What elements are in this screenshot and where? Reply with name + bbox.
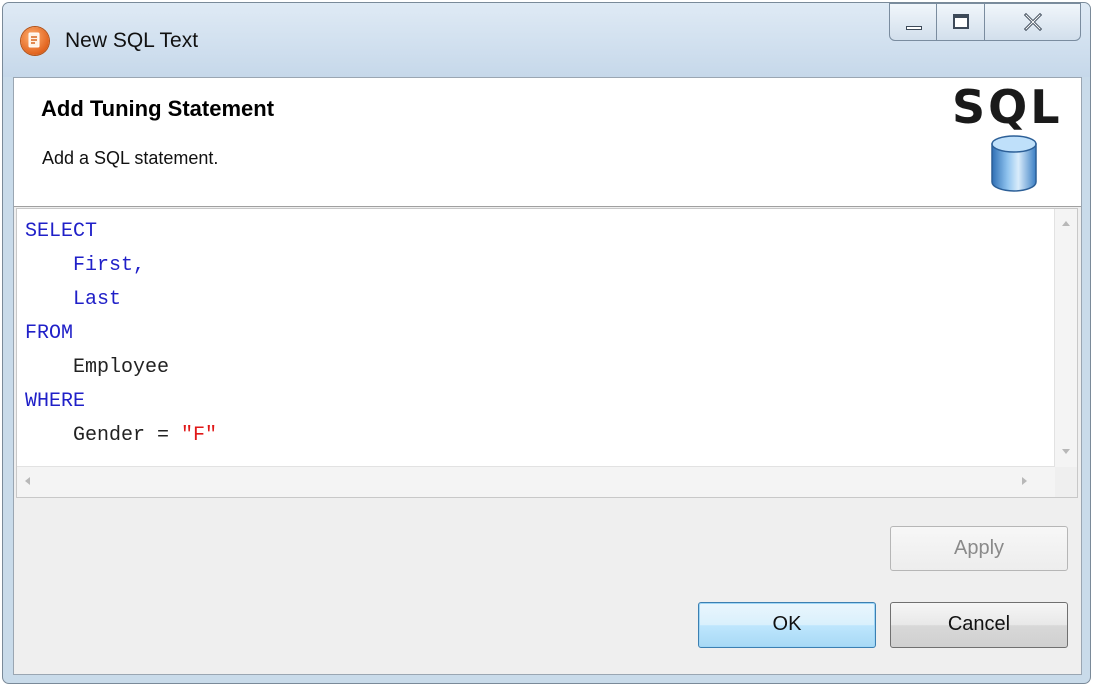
new-sql-text-dialog: New SQL Text Add Tuning Statement Add a …: [2, 2, 1091, 684]
scroll-up-icon[interactable]: [1062, 221, 1070, 226]
close-icon: [1023, 13, 1043, 31]
code-token-keyword: FROM: [25, 322, 74, 345]
scroll-left-icon[interactable]: [25, 477, 30, 485]
code-line: SELECT: [25, 215, 217, 249]
horizontal-scrollbar[interactable]: [17, 466, 1055, 497]
code-token-keyword: First,: [73, 254, 146, 277]
scrollbar-corner: [1055, 467, 1077, 497]
code-token-keyword: SELECT: [25, 220, 98, 243]
sql-code[interactable]: SELECT First, Last FROM Employee WHERE Gen…: [25, 215, 217, 453]
dialog-header: Add Tuning Statement Add a SQL statement…: [14, 78, 1081, 207]
page-description: Add a SQL statement.: [42, 148, 219, 168]
scroll-right-icon[interactable]: [1022, 477, 1027, 485]
sql-logo: SQL: [952, 80, 1063, 134]
database-icon: [991, 135, 1037, 192]
title-bar[interactable]: New SQL Text: [3, 3, 1090, 77]
minimize-button[interactable]: [889, 3, 937, 41]
close-button[interactable]: [985, 3, 1081, 41]
code-token-keyword: Last: [73, 288, 122, 311]
page-title: Add Tuning Statement: [41, 96, 275, 121]
maximize-icon: [953, 14, 969, 29]
minimize-icon: [906, 26, 922, 30]
code-token-plain: Gender =: [73, 424, 182, 447]
ok-button[interactable]: OK: [698, 602, 876, 648]
sql-editor[interactable]: SELECT First, Last FROM Employee WHERE Gen…: [16, 208, 1078, 498]
maximize-button[interactable]: [937, 3, 985, 41]
code-line: FROM: [25, 317, 217, 351]
cancel-button[interactable]: Cancel: [890, 602, 1068, 648]
code-line: WHERE: [25, 385, 217, 419]
vertical-scrollbar[interactable]: [1054, 209, 1077, 467]
code-token-string: "F": [181, 424, 218, 447]
code-line: Employee: [25, 351, 217, 385]
code-line: Last: [25, 283, 217, 317]
dialog-content: Add Tuning Statement Add a SQL statement…: [13, 77, 1082, 675]
code-token-plain: Employee: [73, 356, 170, 379]
window-title: New SQL Text: [65, 29, 199, 52]
app-icon: [21, 27, 49, 55]
code-line: Gender = "F": [25, 419, 217, 453]
code-line: First,: [25, 249, 217, 283]
apply-button[interactable]: Apply: [890, 526, 1068, 571]
code-token-keyword: WHERE: [25, 390, 86, 413]
scroll-down-icon[interactable]: [1062, 449, 1070, 454]
